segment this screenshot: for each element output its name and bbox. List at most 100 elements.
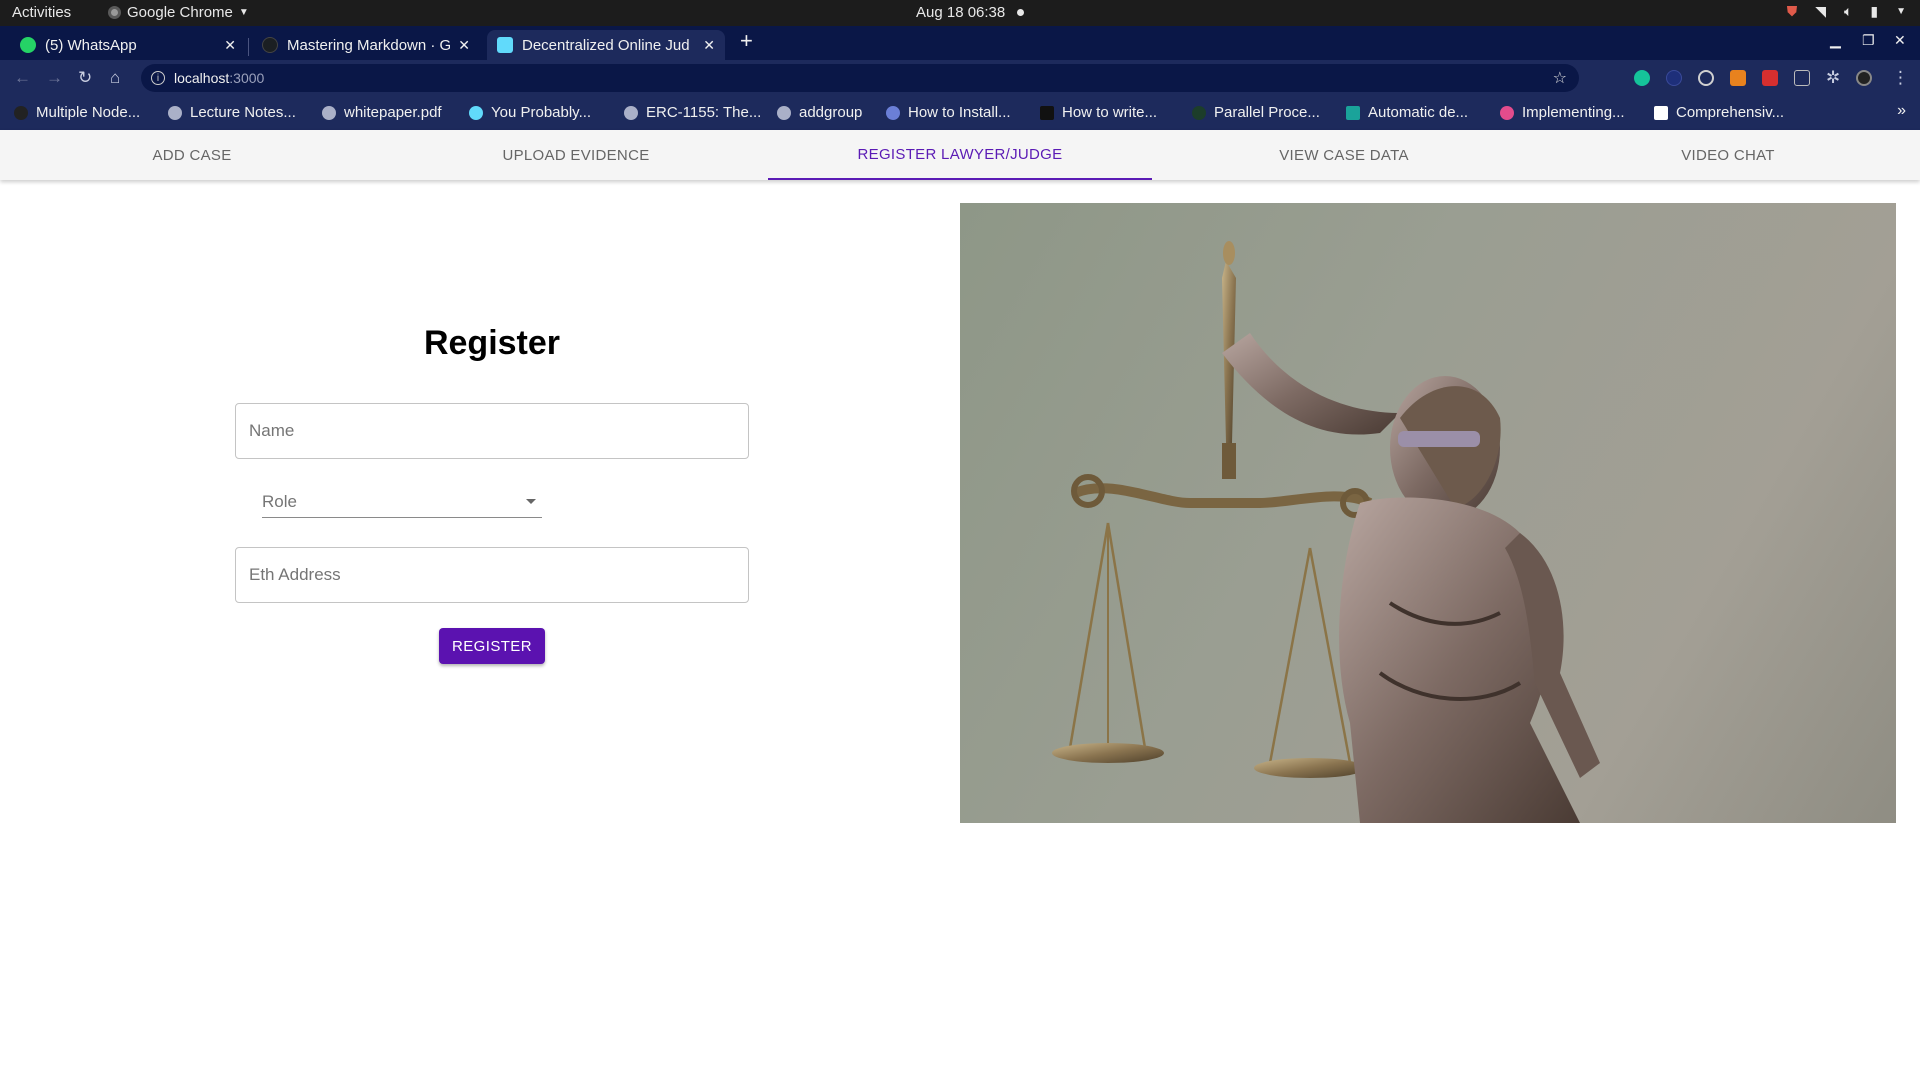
name-input[interactable] [236,404,748,458]
bookmark-item[interactable]: You Probably... [469,104,591,121]
register-button[interactable]: REGISTER [439,628,545,664]
activities-button[interactable]: Activities [12,4,71,21]
tab-register-lawyer-judge[interactable]: REGISTER LAWYER/JUDGE [768,130,1152,180]
eth-address-input[interactable] [236,548,748,602]
chrome-icon [108,6,121,19]
info-icon [886,105,900,120]
grammarly-icon[interactable] [1634,70,1650,86]
bookmark-icon [1346,105,1360,120]
globe-icon [168,105,182,120]
bookmark-label: Comprehensiv... [1676,104,1785,121]
close-tab-icon[interactable]: ✕ [458,37,470,54]
bookmark-item[interactable]: Automatic de... [1346,104,1468,121]
app-nav-tabs: ADD CASE UPLOAD EVIDENCE REGISTER LAWYER… [0,130,1920,180]
code-icon[interactable] [1794,70,1810,86]
bookmark-item[interactable]: ERC-1155: The... [624,104,761,121]
bookmark-item[interactable]: Comprehensiv... [1654,104,1784,121]
bookmark-label: Multiple Node... [36,104,141,121]
bookmark-item[interactable]: whitepaper.pdf [322,104,442,121]
caret-down-icon: ▼ [238,7,249,18]
globe-icon [624,105,638,120]
bookmark-label: How to write... [1062,104,1158,121]
address-bar[interactable]: i localhost:3000 ☆ [141,64,1579,92]
tray-caret-icon: ▼ [1896,6,1906,17]
extension-icon[interactable] [1666,70,1682,86]
forward-icon[interactable]: → [46,68,63,88]
home-icon[interactable]: ⌂ [110,68,120,88]
tab-upload-evidence[interactable]: UPLOAD EVIDENCE [384,130,768,180]
bookmark-label: Parallel Proce... [1214,104,1320,121]
bookmark-icon [14,105,28,120]
more-menu-icon[interactable]: ⋮ [1892,68,1909,88]
site-info-icon[interactable]: i [151,71,165,85]
browser-tab-markdown[interactable]: Mastering Markdown · Gi ✕ [252,30,480,60]
browser-tab-active[interactable]: Decentralized Online Jud ✕ [487,30,725,60]
bookmark-item[interactable]: addgroup [777,104,862,121]
tab-video-chat[interactable]: VIDEO CHAT [1536,130,1920,180]
app-menu[interactable]: Google Chrome ▼ [108,4,249,21]
browser-toolbar: ← → ↻ ⌂ i localhost:3000 ☆ ✲ ⋮ [0,60,1920,96]
tab-separator [248,38,249,56]
page-title: Register [423,324,561,362]
name-field[interactable] [235,403,749,459]
close-tab-icon[interactable]: ✕ [703,37,715,54]
app-name: Google Chrome [127,4,233,21]
puzzle-icon[interactable]: ✲ [1826,68,1840,88]
close-tab-icon[interactable]: ✕ [224,37,236,54]
bookmark-label: whitepaper.pdf [344,104,442,121]
eth-address-field[interactable] [235,547,749,603]
notification-dot-icon [1017,9,1025,16]
system-top-bar: Activities Google Chrome ▼ Aug 18 06:38 … [0,0,1920,26]
bookmark-label: Automatic de... [1368,104,1469,121]
clock-text: Aug 18 06:38 [916,4,1006,21]
lady-justice-image [960,203,1896,823]
react-icon [469,105,483,120]
bookmark-item[interactable]: Multiple Node... [14,104,140,121]
clock[interactable]: Aug 18 06:38 [916,4,1025,21]
profile-avatar[interactable] [1856,70,1872,86]
url-port: :3000 [229,70,265,86]
bookmark-label: Lecture Notes... [190,104,296,121]
restore-icon[interactable]: ❐ [1862,32,1875,49]
wifi-icon: ◥ [1815,3,1826,19]
close-window-icon[interactable]: ✕ [1894,32,1906,49]
target-icon[interactable] [1698,70,1714,86]
geeks-icon [1192,105,1206,120]
medium-icon [1654,105,1668,120]
bookmarks-overflow-icon[interactable]: » [1897,102,1906,120]
shield-icon: ⛊ [1786,3,1798,19]
browser-tab-whatsapp[interactable]: (5) WhatsApp ✕ [10,30,246,60]
dropdown-arrow-icon [526,499,536,504]
reload-icon[interactable]: ↻ [78,68,92,88]
role-select[interactable]: Role [262,486,542,518]
tab-view-case-data[interactable]: VIEW CASE DATA [1152,130,1536,180]
bookmark-item[interactable]: Parallel Proce... [1192,104,1320,121]
tab-title: Decentralized Online Jud [522,36,690,54]
tab-title: (5) WhatsApp [45,36,137,54]
bookmark-label: How to Install... [908,104,1011,121]
back-icon[interactable]: ← [14,68,31,88]
colab-icon [1500,105,1514,120]
role-label: Role [262,491,297,511]
bookmark-star-icon[interactable]: ☆ [1553,68,1567,88]
bookmark-item[interactable]: How to write... [1040,104,1157,121]
bookmark-item[interactable]: Implementing... [1500,104,1625,121]
whatsapp-icon [20,37,36,53]
github-icon [262,37,278,53]
calendar-icon[interactable] [1762,70,1778,86]
bookmark-label: You Probably... [491,104,592,121]
bookmark-label: Implementing... [1522,104,1625,121]
tab-title: Mastering Markdown · Gi [287,36,451,54]
bookmark-label: addgroup [799,104,863,121]
minimize-icon[interactable]: ▁ [1830,32,1841,49]
globe-icon [322,105,336,120]
metamask-icon[interactable] [1730,70,1746,86]
system-tray[interactable]: ⛊ ◥ 🔈︎ ▮ ▼ [1787,3,1906,20]
bookmark-item[interactable]: How to Install... [886,104,1011,121]
bookmark-label: ERC-1155: The... [646,104,762,121]
react-icon [497,37,513,53]
lady-justice-illustration [1052,241,1600,823]
new-tab-button[interactable]: + [740,28,753,54]
bookmark-item[interactable]: Lecture Notes... [168,104,296,121]
tab-add-case[interactable]: ADD CASE [0,130,384,180]
